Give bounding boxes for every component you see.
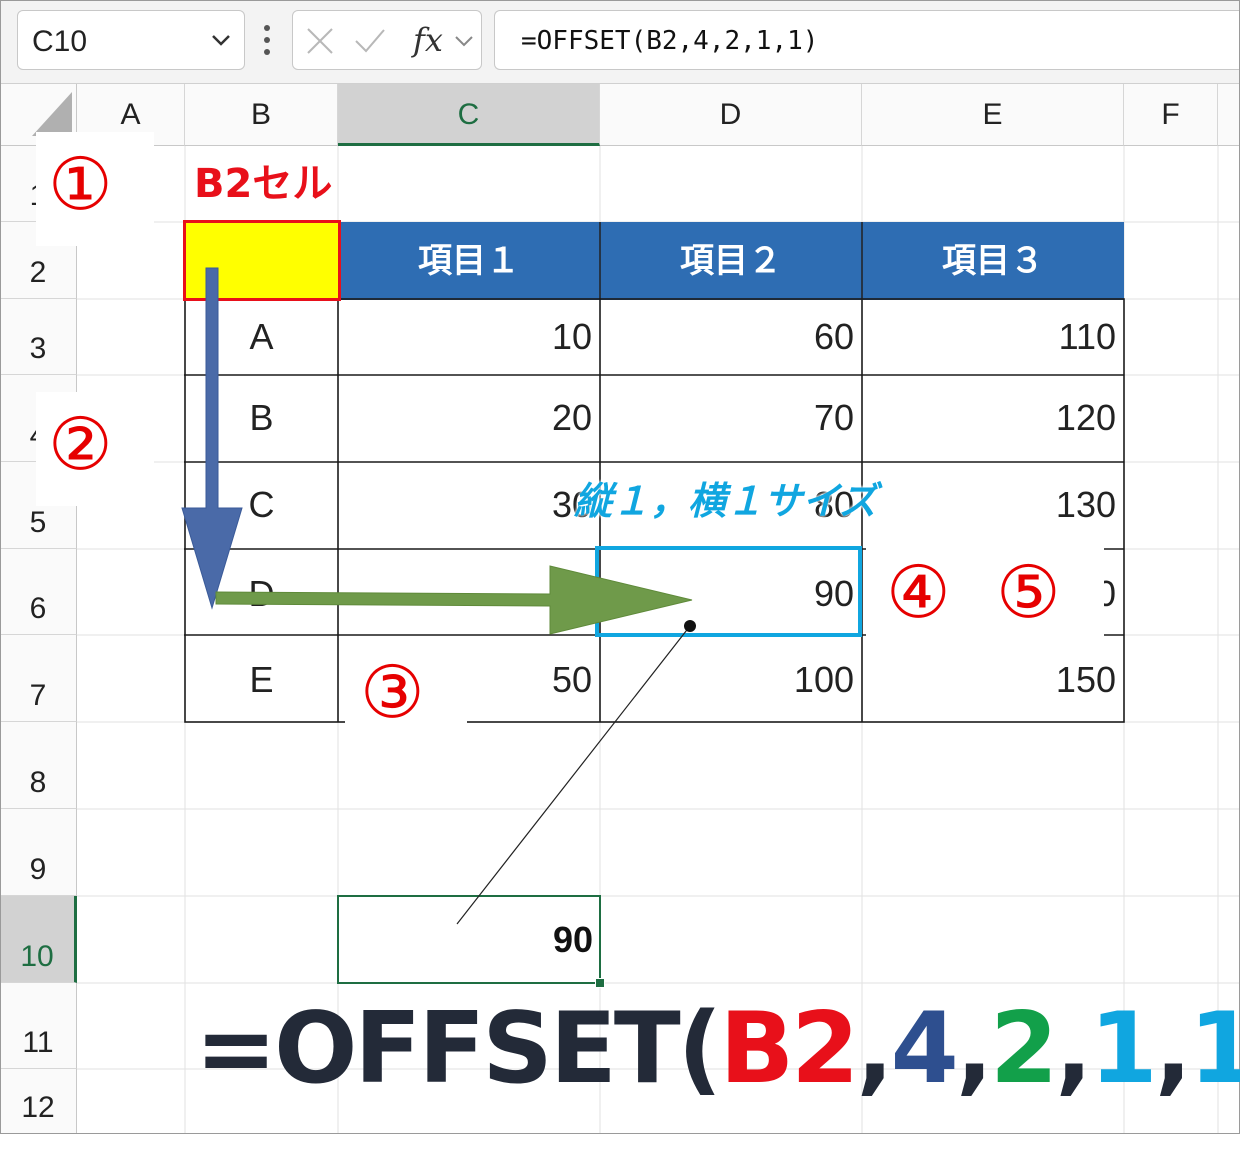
marker-1: ①	[48, 142, 113, 226]
table-cell[interactable]: 40	[338, 549, 600, 635]
column-header-g[interactable]	[1218, 84, 1240, 146]
table-header-2[interactable]: 項目２	[600, 222, 862, 300]
select-all-triangle-icon	[32, 92, 72, 136]
row-header-8[interactable]: 8	[0, 722, 77, 809]
fill-handle[interactable]	[595, 978, 605, 988]
chevron-down-icon[interactable]	[208, 27, 234, 53]
marker-4: ④	[886, 550, 951, 634]
big-formula-sep: ,	[856, 992, 893, 1106]
table-cell[interactable]: 100	[600, 635, 862, 722]
row-header-12[interactable]: 12	[0, 1069, 77, 1134]
table-header-1[interactable]: 項目１	[338, 222, 600, 300]
active-cell-c10[interactable]: 90	[337, 895, 605, 988]
row-header-3[interactable]: 3	[0, 299, 77, 375]
big-formula-prefix: =OFFSET(	[195, 992, 722, 1106]
big-formula-arg-2: 4	[890, 992, 959, 1106]
row-header-6[interactable]: 6	[0, 549, 77, 635]
table-row-label[interactable]: C	[185, 462, 338, 549]
table-cell[interactable]: 20	[338, 375, 600, 462]
name-box[interactable]: C10	[17, 10, 245, 70]
big-formula-sep: ,	[1154, 992, 1192, 1106]
fx-icon[interactable]: fx	[413, 21, 443, 59]
cancel-icon[interactable]	[305, 27, 335, 55]
big-formula-arg-5: 1	[1188, 992, 1240, 1106]
big-formula-arg-1: B2	[719, 992, 859, 1106]
table-cell[interactable]: 30	[338, 462, 600, 549]
b2-highlight-box	[183, 220, 341, 301]
size-label: 縦１，横１サイズ	[574, 479, 877, 523]
header-divider-2	[861, 222, 863, 300]
table-cell[interactable]: 110	[862, 300, 1124, 375]
row-header-9[interactable]: 9	[0, 809, 77, 896]
target-cell-box	[595, 546, 862, 637]
column-header-e[interactable]: E	[862, 84, 1124, 146]
formula-controls: fx	[292, 10, 482, 70]
chevron-down-icon[interactable]	[453, 31, 475, 51]
name-box-value: C10	[32, 25, 88, 58]
table-cell[interactable]: 150	[862, 635, 1124, 722]
marker-3: ③	[360, 650, 425, 734]
formula-bar: C10 fx =OFFSET(B2,4,2,1,1)	[0, 0, 1240, 84]
table-cell[interactable]: 120	[862, 375, 1124, 462]
column-header-c[interactable]: C	[338, 84, 600, 146]
row-header-10[interactable]: 10	[0, 896, 77, 983]
big-formula-arg-4: 1	[1089, 992, 1157, 1106]
more-options-icon[interactable]	[263, 22, 271, 58]
table-cell[interactable]: 10	[338, 300, 600, 375]
column-header-b[interactable]: B	[185, 84, 338, 146]
big-formula-arg-3: 2	[990, 992, 1058, 1106]
header-divider	[599, 222, 601, 300]
table-cell[interactable]: 60	[600, 300, 862, 375]
row-header-7[interactable]: 7	[0, 635, 77, 722]
big-formula: =OFFSET(B2,4,2,1,1)	[195, 1000, 1240, 1098]
formula-input[interactable]: =OFFSET(B2,4,2,1,1)	[494, 10, 1240, 70]
marker-5: ⑤	[996, 550, 1061, 634]
marker-2: ②	[48, 402, 113, 486]
big-formula-sep: ,	[955, 992, 993, 1106]
column-header-d[interactable]: D	[600, 84, 862, 146]
check-icon[interactable]	[353, 27, 387, 55]
table-header-3[interactable]: 項目３	[862, 222, 1124, 300]
result-value: 90	[552, 919, 593, 960]
formula-text: =OFFSET(B2,4,2,1,1)	[521, 26, 819, 56]
big-formula-sep: ,	[1055, 992, 1092, 1106]
table-cell[interactable]: 70	[600, 375, 862, 462]
table-cell[interactable]: 130	[862, 462, 1124, 549]
table-row-label[interactable]: D	[185, 549, 338, 635]
b2-label: B2セル	[194, 161, 333, 207]
table-row-label[interactable]: B	[185, 375, 338, 462]
row-header-11[interactable]: 11	[0, 983, 77, 1069]
table-row-label[interactable]: A	[185, 300, 338, 375]
column-header-f[interactable]: F	[1124, 84, 1218, 146]
table-row-label[interactable]: E	[185, 635, 338, 722]
